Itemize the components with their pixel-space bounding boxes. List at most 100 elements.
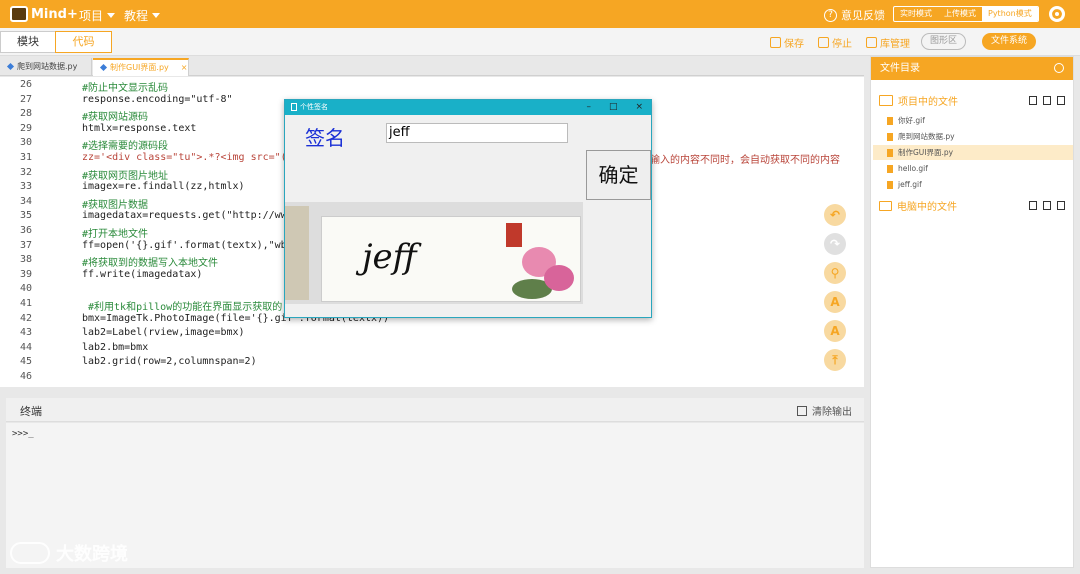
new-folder-icon[interactable] (1043, 201, 1051, 210)
red-seal (506, 223, 522, 247)
confirm-button[interactable]: 确定 (586, 150, 651, 200)
save-icon (770, 37, 781, 48)
new-file-icon[interactable] (1029, 201, 1037, 210)
project-section-actions (1029, 96, 1065, 105)
mode-realtime[interactable]: 实时模式 (894, 7, 938, 21)
file-tab-label: 爬到网站数据.py (17, 62, 78, 71)
top-bar: Mind+ 项目 教程 ? 意见反馈 实时模式 上传模式 Python模式 (0, 0, 1080, 28)
code-line: #选择需要的源码段 (82, 141, 169, 153)
file-item[interactable]: hello.gif (887, 161, 1073, 176)
clear-icon (797, 405, 807, 416)
line-number: 30 (19, 137, 32, 149)
mode-switcher: 实时模式 上传模式 Python模式 (893, 6, 1039, 22)
new-file-icon[interactable] (1029, 96, 1037, 105)
line-number: 32 (19, 166, 32, 178)
chevron-down-icon (107, 13, 116, 18)
code-line: #利用tk和pillow的功能在界面显示获取的 (82, 302, 283, 313)
project-files-section[interactable]: 项目中的文件 (879, 93, 958, 108)
mode-python[interactable]: Python模式 (982, 7, 1038, 21)
gear-icon[interactable] (1049, 6, 1065, 22)
maximize-icon[interactable]: □ (609, 100, 618, 115)
file-item[interactable]: 制作GUI界面.py (873, 145, 1073, 160)
graphics-button[interactable]: 图形区 (921, 33, 967, 50)
code-line: zz='<div class="tu">.*?<img src="(. (82, 152, 293, 163)
watermark-text: 大数跨境 (56, 544, 128, 565)
signature-image: jeff (285, 202, 583, 304)
file-icon (887, 164, 893, 173)
scroll-top-icon[interactable]: ⤒ (824, 349, 846, 371)
code-line: #打开本地文件 (82, 229, 149, 240)
line-number: 44 (19, 341, 32, 353)
file-name: 爬到网站数据.py (898, 132, 955, 141)
computer-files-section[interactable]: 电脑中的文件 (879, 198, 957, 213)
signature-input[interactable]: jeff (386, 123, 568, 143)
app-logo: Mind+ (10, 4, 78, 24)
library-button[interactable]: 库管理 (866, 35, 910, 50)
tab-blocks[interactable]: 模块 (0, 31, 56, 53)
redo-icon[interactable]: ↷ (824, 233, 846, 255)
line-number: 43 (19, 327, 32, 339)
undo-icon[interactable]: ↶ (824, 204, 846, 226)
clear-output-button[interactable]: 清除输出 (797, 403, 852, 418)
close-icon[interactable]: × (635, 100, 643, 115)
filesystem-button[interactable]: 文件系统 (982, 33, 1037, 50)
code-line: #获取图片数据 (82, 199, 149, 211)
scroll-decoration (285, 206, 309, 300)
code-line: #获取网站源码 (82, 112, 149, 124)
project-section-label: 项目中的文件 (898, 97, 958, 108)
panel-header: 文件目录 (871, 57, 1073, 80)
file-name: hello.gif (898, 164, 928, 173)
file-tab-gui[interactable]: 制作GUI界面.py × (93, 58, 189, 76)
robot-icon (10, 6, 28, 22)
file-icon (887, 180, 893, 189)
code-line: #获取网页图片地址 (82, 170, 169, 182)
refresh-icon[interactable] (1054, 63, 1064, 73)
zoom-out-icon[interactable]: A (824, 320, 846, 342)
file-icon (887, 132, 893, 141)
menu-tutorial[interactable]: 教程 (124, 7, 161, 24)
save-label: 保存 (784, 39, 804, 50)
zoom-in-icon[interactable]: A (824, 291, 846, 313)
minimize-icon[interactable]: – (586, 100, 591, 115)
feedback-link[interactable]: ? 意见反馈 (824, 7, 885, 23)
code-line: lab2.bm=bmx (82, 341, 149, 353)
file-item[interactable]: 爬到网站数据.py (887, 129, 1073, 144)
editor-toolbar: 模块 代码 保存 停止 库管理 图形区 文件系统 (0, 28, 1080, 56)
save-button[interactable]: 保存 (770, 35, 804, 50)
window-titlebar[interactable]: 个性签名 – □ × (285, 100, 651, 115)
line-number: 31 (19, 152, 32, 163)
close-icon[interactable]: × (181, 63, 188, 72)
file-item[interactable]: 你好.gif (887, 113, 1073, 128)
terminal-prompt: >>>_ (12, 429, 34, 439)
computer-section-label: 电脑中的文件 (897, 202, 957, 213)
file-item[interactable]: jeff.gif (887, 177, 1073, 192)
window-title: 个性签名 (300, 103, 328, 111)
code-line: #将获取到的数据写入本地文件 (82, 258, 219, 270)
graphics-label: 图形区 (930, 36, 958, 46)
new-folder-icon[interactable] (1043, 96, 1051, 105)
mode-upload[interactable]: 上传模式 (938, 7, 982, 21)
file-tab-crawler[interactable]: 爬到网站数据.py (0, 58, 92, 76)
filesystem-label: 文件系统 (991, 36, 1028, 46)
line-number-gutter: 26 27 28 29 30 31 32 33 34 35 36 37 38 39 40 41 42 43 44 45… (0, 77, 38, 387)
code-line: #防止中文显示乱码 (82, 83, 169, 94)
watermark-logo (10, 542, 50, 564)
logo-text: Mind+ (31, 6, 78, 22)
clear-output-label: 清除输出 (812, 407, 852, 418)
line-number: 36 (19, 225, 32, 236)
menu-icon[interactable] (1057, 96, 1065, 105)
menu-icon[interactable] (1057, 201, 1065, 210)
signature-text: jeff (362, 237, 417, 277)
menu-project[interactable]: 项目 (79, 7, 116, 24)
python-file-icon (6, 62, 15, 71)
terminal-output[interactable]: >>>_ (6, 423, 864, 568)
line-number: 42 (19, 312, 32, 324)
python-file-icon (99, 63, 108, 72)
search-icon[interactable]: ⚲ (824, 262, 846, 284)
line-number: 40 (19, 283, 32, 295)
peony-flower (544, 265, 574, 291)
folder-icon (879, 95, 893, 106)
stop-button[interactable]: 停止 (818, 35, 852, 50)
code-line: imagedatax=requests.get("http://www (82, 210, 293, 222)
tab-code[interactable]: 代码 (55, 31, 112, 53)
